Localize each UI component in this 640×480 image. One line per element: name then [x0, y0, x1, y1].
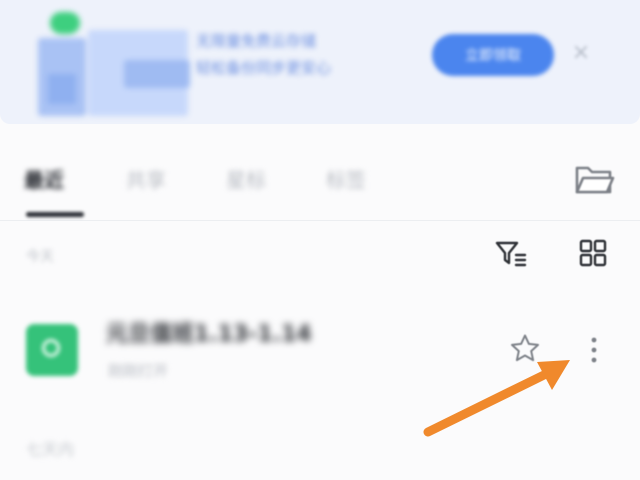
grid-view-icon[interactable] — [576, 236, 610, 270]
promo-banner[interactable]: 无限量免费云存储 轻松备份同步更安心 立即领取 × — [0, 0, 640, 124]
banner-text: 无限量免费云存储 轻松备份同步更安心 — [196, 28, 416, 82]
spreadsheet-icon — [26, 324, 78, 376]
folder-icon[interactable] — [572, 158, 616, 198]
filter-list-icon[interactable] — [494, 238, 528, 270]
banner-illustration — [38, 12, 190, 116]
tab-starred[interactable]: 星标 — [226, 164, 266, 193]
tab-shared[interactable]: 共享 — [126, 164, 166, 193]
file-meta: 刚刚打开 — [108, 362, 169, 380]
banner-text-line1: 无限量免费云存储 — [196, 32, 317, 50]
close-icon[interactable]: × — [568, 40, 594, 66]
section-label-today: 今天 — [26, 249, 54, 265]
tab-bar: 最近 共享 星标 标签 — [0, 148, 640, 221]
banner-cta-button[interactable]: 立即领取 — [432, 34, 554, 76]
tab-recent[interactable]: 最近 — [24, 164, 64, 193]
app-screen: 无限量免费云存储 轻松备份同步更安心 立即领取 × 最近 共享 星标 标签 今天 — [0, 0, 640, 480]
annotation-arrow — [423, 360, 570, 437]
tab-tags[interactable]: 标签 — [326, 164, 366, 193]
banner-text-line2: 轻松备份同步更安心 — [196, 59, 332, 77]
section-label-week: 七天内 — [26, 440, 75, 459]
active-tab-indicator — [26, 212, 84, 217]
file-name: 元旦值班1.13-1.14 — [106, 322, 312, 347]
